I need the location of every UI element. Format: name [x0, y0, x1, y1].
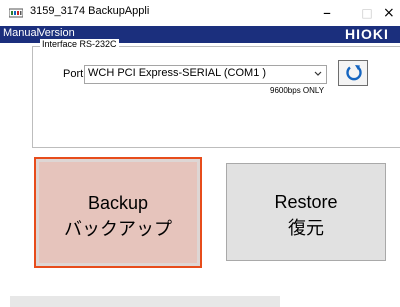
backup-label-ja: バックアップ: [64, 219, 172, 239]
port-label: Port: [63, 68, 84, 80]
restore-label-en: Restore: [274, 192, 338, 212]
restore-label-ja: 復元: [288, 218, 324, 238]
chevron-down-icon: [314, 71, 322, 76]
port-select-value: WCH PCI Express-SERIAL (COM1 ): [88, 67, 267, 79]
close-button[interactable]: ×: [383, 0, 400, 26]
app-icon: [9, 8, 23, 18]
minimize-button[interactable]: –: [310, 0, 344, 26]
refresh-icon: [346, 65, 362, 81]
app-window: 3159_3174 BackupAppli – □ × Manual Versi…: [0, 0, 400, 307]
port-select[interactable]: WCH PCI Express-SERIAL (COM1 ): [84, 65, 327, 84]
menu-item-version[interactable]: Version: [38, 27, 75, 39]
status-bar: [10, 296, 280, 307]
maximize-button[interactable]: □: [350, 0, 384, 26]
backup-label-en: Backup: [87, 193, 149, 213]
restore-button[interactable]: Restore 復元: [226, 163, 386, 261]
title-bar[interactable]: 3159_3174 BackupAppli – □ ×: [0, 0, 400, 26]
menu-item-manual[interactable]: Manual: [3, 27, 39, 39]
interface-group-label: Interface RS-232C: [40, 39, 119, 49]
brand-logo: HIOKI: [345, 26, 389, 42]
baud-note: 9600bps ONLY: [270, 86, 325, 95]
refresh-button[interactable]: [338, 60, 368, 86]
backup-button[interactable]: Backup バックアップ: [34, 157, 202, 268]
window-title: 3159_3174 BackupAppli: [30, 5, 150, 17]
